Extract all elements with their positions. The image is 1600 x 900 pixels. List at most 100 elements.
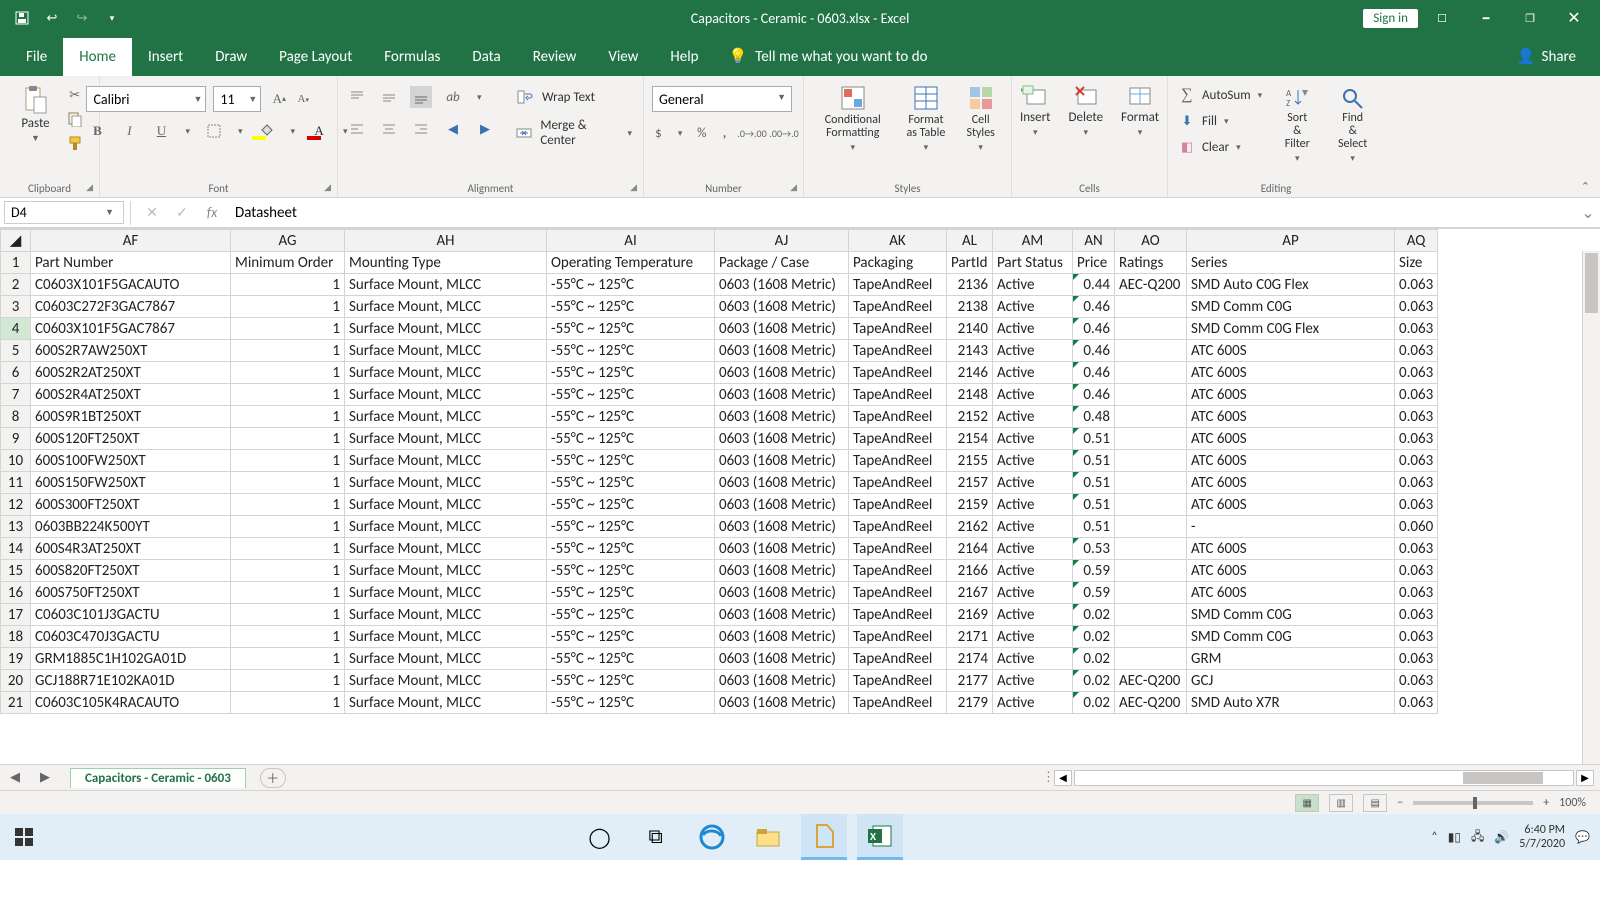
save-icon[interactable] (10, 6, 34, 30)
cell[interactable]: 0.51 (1073, 516, 1115, 538)
vertical-scrollbar[interactable] (1582, 251, 1600, 764)
increase-decimal-icon[interactable]: .0→.00 (741, 122, 763, 144)
cell[interactable]: 0603 (1608 Metric) (715, 626, 849, 648)
cell[interactable]: ATC 600S (1187, 340, 1395, 362)
column-header[interactable]: AN (1073, 230, 1115, 252)
cell[interactable]: 2138 (947, 296, 993, 318)
format-cells-button[interactable]: Format▾ (1113, 82, 1167, 140)
cell[interactable]: -55°C ~ 125°C (547, 670, 715, 692)
format-as-table-button[interactable]: Format as Table▾ (895, 82, 956, 155)
cell[interactable]: 1 (231, 406, 345, 428)
tab-review[interactable]: Review (517, 38, 593, 76)
conditional-formatting-button[interactable]: Conditional Formatting▾ (812, 82, 893, 155)
delete-cells-button[interactable]: Delete▾ (1061, 82, 1112, 140)
cell[interactable]: -55°C ~ 125°C (547, 626, 715, 648)
row-header[interactable]: 12 (1, 494, 31, 516)
cell[interactable]: SMD Auto X7R (1187, 692, 1395, 714)
cell[interactable] (1115, 626, 1187, 648)
cell[interactable]: Active (993, 340, 1073, 362)
cell[interactable]: C0603C272F3GAC7867 (31, 296, 231, 318)
chevron-down-icon[interactable]: ▾ (847, 142, 858, 153)
align-bottom-icon[interactable] (410, 86, 432, 108)
row-header[interactable]: 16 (1, 582, 31, 604)
chevron-down-icon[interactable]: ▼ (102, 207, 117, 218)
cell[interactable]: 2177 (947, 670, 993, 692)
increase-font-icon[interactable]: A▴ (268, 88, 290, 110)
cell[interactable]: TapeAndReel (849, 384, 947, 406)
cell[interactable]: 0.51 (1073, 450, 1115, 472)
cell[interactable]: Surface Mount, MLCC (345, 340, 547, 362)
cell[interactable]: Active (993, 450, 1073, 472)
cell[interactable]: TapeAndReel (849, 560, 947, 582)
cell[interactable]: 2143 (947, 340, 993, 362)
cell[interactable]: Surface Mount, MLCC (345, 516, 547, 538)
cell[interactable]: 0603 (1608 Metric) (715, 428, 849, 450)
cell[interactable]: Active (993, 648, 1073, 670)
row-header[interactable]: 5 (1, 340, 31, 362)
row-header[interactable]: 20 (1, 670, 31, 692)
start-button[interactable] (0, 814, 48, 860)
cell[interactable]: TapeAndReel (849, 582, 947, 604)
cell[interactable]: 0603 (1608 Metric) (715, 472, 849, 494)
row-header[interactable]: 1 (1, 252, 31, 274)
tab-insert[interactable]: Insert (132, 38, 199, 76)
column-header[interactable]: AL (947, 230, 993, 252)
cell[interactable]: ATC 600S (1187, 538, 1395, 560)
cell[interactable]: GCJ (1187, 670, 1395, 692)
cell[interactable]: AEC-Q200 (1115, 692, 1187, 714)
cell[interactable]: -55°C ~ 125°C (547, 692, 715, 714)
column-header[interactable]: AJ (715, 230, 849, 252)
qat-more-icon[interactable]: ▾ (100, 6, 124, 30)
font-color-icon[interactable]: A (308, 120, 330, 142)
cell[interactable]: 0603 (1608 Metric) (715, 604, 849, 626)
row-header[interactable]: 3 (1, 296, 31, 318)
cell[interactable]: Surface Mount, MLCC (345, 274, 547, 296)
cell[interactable]: Active (993, 582, 1073, 604)
column-header[interactable]: AM (993, 230, 1073, 252)
cell[interactable]: Surface Mount, MLCC (345, 494, 547, 516)
row-header[interactable]: 17 (1, 604, 31, 626)
paste-button[interactable]: Paste ▼ (13, 84, 57, 154)
cell[interactable]: 2162 (947, 516, 993, 538)
cell[interactable]: Surface Mount, MLCC (345, 626, 547, 648)
cell[interactable] (1115, 296, 1187, 318)
cell[interactable]: Surface Mount, MLCC (345, 648, 547, 670)
cell[interactable]: -55°C ~ 125°C (547, 428, 715, 450)
cell[interactable]: -55°C ~ 125°C (547, 582, 715, 604)
cell[interactable] (1115, 494, 1187, 516)
chevron-down-icon[interactable]: ▾ (1255, 90, 1266, 101)
task-cortana-icon[interactable]: ◯ (577, 814, 623, 860)
cell[interactable]: Active (993, 384, 1073, 406)
cell[interactable]: SMD Comm C0G Flex (1187, 318, 1395, 340)
bold-icon[interactable]: B (86, 120, 108, 142)
autosum-button[interactable]: ∑AutoSum▾ (1176, 84, 1265, 106)
cell[interactable]: 0.063 (1395, 274, 1438, 296)
cell[interactable]: Active (993, 538, 1073, 560)
cell[interactable]: 0603 (1608 Metric) (715, 406, 849, 428)
zoom-in-icon[interactable]: + (1543, 796, 1549, 810)
tab-file[interactable]: File (10, 38, 63, 76)
row-header[interactable]: 11 (1, 472, 31, 494)
cell[interactable]: GRM1885C1H102GA01D (31, 648, 231, 670)
fill-color-icon[interactable] (256, 120, 278, 142)
cell[interactable] (1115, 318, 1187, 340)
horizontal-scrollbar[interactable] (1074, 770, 1574, 786)
fx-icon[interactable]: fx (197, 204, 227, 221)
cell[interactable]: 600S9R1BT250XT (31, 406, 231, 428)
cell[interactable]: TapeAndReel (849, 406, 947, 428)
number-launcher-icon[interactable]: ◢ (790, 182, 797, 193)
row-header[interactable]: 2 (1, 274, 31, 296)
cell[interactable]: 0.063 (1395, 384, 1438, 406)
task-excel-icon[interactable]: X (857, 814, 903, 860)
cell[interactable]: Packaging (849, 252, 947, 274)
cell[interactable]: ATC 600S (1187, 560, 1395, 582)
cell[interactable]: Surface Mount, MLCC (345, 450, 547, 472)
cell[interactable]: 0603 (1608 Metric) (715, 450, 849, 472)
column-header[interactable]: AH (345, 230, 547, 252)
row-header[interactable]: 21 (1, 692, 31, 714)
cell[interactable]: 0603 (1608 Metric) (715, 296, 849, 318)
chevron-down-icon[interactable]: ▾ (288, 126, 299, 137)
cell[interactable]: -55°C ~ 125°C (547, 604, 715, 626)
row-header[interactable]: 14 (1, 538, 31, 560)
decrease-font-icon[interactable]: A▾ (292, 88, 314, 110)
